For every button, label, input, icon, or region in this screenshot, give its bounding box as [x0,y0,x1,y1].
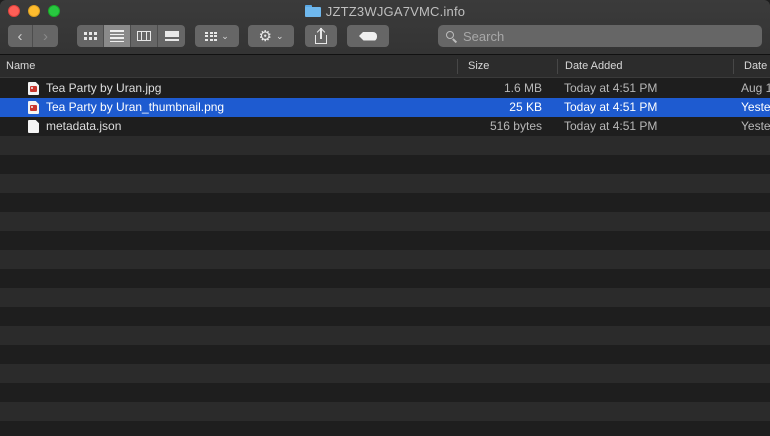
column-divider[interactable] [733,59,734,74]
finder-window: JZTZ3WJGA7VMC.info ‹ › ⌄ ⚙ ⌄ Search Name… [0,0,770,436]
file-name: Tea Party by Uran_thumbnail.png [46,100,225,114]
empty-row-stripe [0,402,770,421]
group-grid-icon [205,31,218,41]
file-name: Tea Party by Uran.jpg [46,81,162,95]
chevron-down-icon: ⌄ [221,30,229,41]
icon-view-button[interactable] [77,25,104,47]
empty-row-stripe [0,307,770,326]
file-size: 516 bytes [489,119,542,133]
tags-button[interactable] [347,25,389,47]
forward-button[interactable]: › [33,25,58,47]
file-name: metadata.json [46,119,122,133]
action-button[interactable]: ⚙ ⌄ [248,25,294,47]
file-date: Aug 1 [741,81,770,95]
file-size: 1.6 MB [503,81,542,95]
column-view-button[interactable] [131,25,158,47]
gear-icon: ⚙ [258,27,272,45]
window-title-bar: JZTZ3WJGA7VMC.info [0,3,770,19]
gallery-icon [164,31,179,41]
empty-row-stripe [0,269,770,288]
search-field[interactable] [438,25,762,47]
file-date-added: Today at 4:51 PM [564,119,658,133]
empty-row-stripe [0,288,770,307]
empty-row-stripe [0,326,770,345]
tag-icon [359,31,377,41]
file-size: 25 KB [509,100,542,114]
empty-row-stripe [0,155,770,174]
empty-row-stripe [0,193,770,212]
column-divider[interactable] [457,59,458,74]
file-row[interactable]: Tea Party by Uran_thumbnail.png 25 KB To… [0,98,770,117]
column-header-date-added[interactable]: Date Added [559,55,733,77]
empty-row-stripe [0,383,770,402]
columns-icon [137,31,151,41]
image-file-icon [28,101,39,114]
file-row[interactable]: Tea Party by Uran.jpg 1.6 MB Today at 4:… [0,79,770,98]
share-icon [314,27,328,44]
file-date: Yeste [741,100,770,114]
list-view-button[interactable] [104,25,131,47]
gallery-view-button[interactable] [158,25,185,47]
chevron-down-icon: ⌄ [275,30,284,41]
empty-row-stripe [0,421,770,436]
search-input[interactable] [463,28,743,44]
file-list: Tea Party by Uran.jpg 1.6 MB Today at 4:… [0,79,770,436]
back-button[interactable]: ‹ [8,25,33,47]
group-by-button[interactable]: ⌄ [195,25,239,47]
empty-row-stripe [0,231,770,250]
column-header-name[interactable]: Name [0,55,457,77]
empty-row-stripe [0,250,770,269]
toolbar: JZTZ3WJGA7VMC.info ‹ › ⌄ ⚙ ⌄ Search [0,0,770,55]
grid-icon [83,32,97,40]
back-forward-control: ‹ › [8,25,58,47]
empty-row-stripe [0,364,770,383]
list-icon [110,30,124,42]
window-title: JZTZ3WJGA7VMC.info [325,3,466,19]
share-button[interactable] [305,25,337,47]
empty-row-stripe [0,212,770,231]
empty-row-stripe [0,345,770,364]
file-row[interactable]: metadata.json 516 bytes Today at 4:51 PM… [0,117,770,136]
file-date-added: Today at 4:51 PM [564,100,658,114]
chevron-left-icon: ‹ [17,27,23,45]
empty-row-stripe [0,174,770,193]
image-file-icon [28,82,39,95]
document-file-icon [28,120,39,133]
column-divider[interactable] [557,59,558,74]
folder-icon [304,5,321,17]
empty-row-stripe [0,136,770,155]
view-mode-control [77,25,185,47]
search-icon [446,30,458,43]
column-header-date[interactable]: Date [738,55,770,77]
column-header-size[interactable]: Size [462,55,557,77]
file-date: Yeste [741,119,770,133]
column-header: Name Size Date Added Date [0,55,770,78]
chevron-right-icon: › [43,27,48,45]
file-date-added: Today at 4:51 PM [564,81,658,95]
